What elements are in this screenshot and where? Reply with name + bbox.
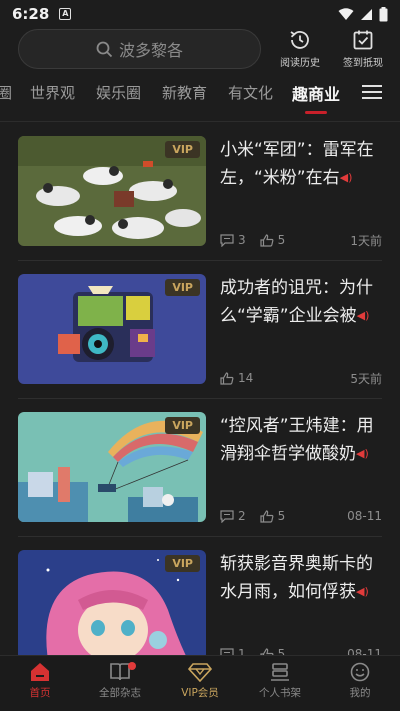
like-count[interactable]: 5 [260, 647, 285, 655]
status-bar: 6:28 A [0, 0, 400, 28]
vip-badge: VIP [165, 555, 200, 572]
nav-vip-label: VIP会员 [181, 687, 219, 699]
wifi-icon [338, 7, 354, 20]
nav-all-magazines[interactable]: 全部杂志 [80, 662, 160, 700]
article-title: 小米“军团”：雷军在左，“米粉”在右◀) [220, 136, 382, 192]
article-divider [18, 260, 382, 261]
article-title: 成功者的诅咒：为什么“学霸”企业会被◀) [220, 274, 382, 330]
like-count[interactable]: 14 [220, 371, 253, 385]
article-meta: 14 5天前 [220, 370, 382, 386]
comment-icon [220, 647, 234, 655]
nav-bookshelf-label: 个人书架 [259, 687, 301, 699]
checkin-button[interactable]: 签到抵现 [335, 28, 391, 72]
tab-business[interactable]: 趣商业 [292, 81, 340, 105]
category-tabs: 圈 世界观 娱乐圈 新教育 有文化 趣商业 [0, 76, 400, 116]
calendar-check-icon [353, 30, 373, 50]
bookshelf-icon [271, 663, 289, 681]
bottom-nav: 首页 全部杂志 VIP会员 个人书架 我的 [0, 655, 400, 711]
cell-signal-icon [361, 8, 372, 20]
nav-home[interactable]: 首页 [0, 662, 80, 700]
article-title: “控风者”王炜建：用滑翔伞哲学做酸奶◀) [220, 412, 382, 468]
article-card[interactable]: VIP 斩获影音界奥斯卡的水月雨，如何俘获◀) 1 5 08-11 [18, 550, 382, 655]
header: 波多黎各 阅读历史 签到抵现 [0, 28, 400, 76]
tab-worldview[interactable]: 世界观 [30, 82, 75, 103]
article-meta: 3 5 1天前 [220, 232, 382, 248]
tab-education[interactable]: 新教育 [162, 82, 207, 103]
search-placeholder: 波多黎各 [118, 41, 183, 60]
status-time: 6:28 [12, 5, 50, 23]
vip-badge: VIP [165, 141, 200, 158]
comment-count[interactable]: 2 [220, 509, 246, 523]
active-tab-indicator [305, 111, 327, 114]
like-count[interactable]: 5 [260, 233, 285, 247]
nav-profile-label: 我的 [349, 687, 371, 699]
audio-speaker-icon: ◀) [339, 171, 353, 184]
article-thumbnail: VIP [18, 274, 206, 384]
home-icon [31, 663, 49, 681]
article-card[interactable]: VIP “控风者”王炜建：用滑翔伞哲学做酸奶◀) 2 5 08-11 [18, 412, 382, 542]
article-time: 08-11 [347, 509, 382, 523]
article-card[interactable]: VIP 成功者的诅咒：为什么“学霸”企业会被◀) 14 5天前 [18, 274, 382, 404]
thumbs-up-icon [260, 647, 274, 655]
vip-badge: VIP [165, 279, 200, 296]
article-divider [18, 398, 382, 399]
comment-count[interactable]: 1 [220, 647, 246, 655]
menu-icon[interactable] [360, 82, 384, 104]
thumbs-up-icon [260, 509, 274, 523]
article-thumbnail: VIP [18, 412, 206, 522]
smiley-profile-icon [350, 662, 370, 682]
checkin-label: 签到抵现 [343, 58, 383, 69]
search-icon [96, 41, 113, 57]
article-meta: 1 5 08-11 [220, 646, 382, 655]
nav-profile[interactable]: 我的 [320, 662, 400, 700]
article-thumbnail: VIP [18, 550, 206, 655]
reading-history-label: 阅读历史 [280, 58, 320, 69]
nav-bookshelf[interactable]: 个人书架 [240, 662, 320, 700]
vip-badge: VIP [165, 417, 200, 434]
comment-count[interactable]: 3 [220, 233, 246, 247]
nav-all-magazines-label: 全部杂志 [99, 687, 141, 699]
search-input[interactable]: 波多黎各 [18, 29, 261, 69]
like-count[interactable]: 5 [260, 509, 285, 523]
article-time: 5天前 [350, 371, 382, 386]
audio-speaker-icon: ◀) [356, 447, 369, 460]
diamond-icon [188, 663, 212, 682]
article-card[interactable]: VIP 小米“军团”：雷军在左，“米粉”在右◀) 3 5 1天前 [18, 136, 382, 266]
article-time: 08-11 [347, 647, 382, 655]
comment-icon [220, 509, 234, 523]
history-clock-icon [290, 31, 309, 49]
tab-culture[interactable]: 有文化 [228, 82, 273, 103]
audio-speaker-icon: ◀) [356, 309, 370, 322]
thumbs-up-icon [220, 371, 234, 385]
audio-speaker-icon: ◀) [356, 585, 369, 598]
battery-icon [379, 6, 388, 21]
tab-entertainment[interactable]: 娱乐圈 [96, 82, 141, 103]
article-meta: 2 5 08-11 [220, 508, 382, 524]
nav-home-label: 首页 [29, 687, 51, 699]
article-thumbnail: VIP [18, 136, 206, 246]
nav-vip[interactable]: VIP会员 [160, 662, 240, 700]
article-time: 1天前 [350, 233, 382, 248]
article-title: 斩获影音界奥斯卡的水月雨，如何俘获◀) [220, 550, 382, 606]
article-feed[interactable]: VIP 小米“军团”：雷军在左，“米粉”在右◀) 3 5 1天前 VIP 成功者… [0, 122, 400, 655]
article-divider [18, 536, 382, 537]
notification-dot [128, 662, 136, 670]
app-notification-icon: A [59, 8, 72, 20]
tab-partial[interactable]: 圈 [0, 82, 12, 103]
reading-history-button[interactable]: 阅读历史 [272, 28, 328, 72]
thumbs-up-icon [260, 233, 274, 247]
comment-icon [220, 233, 234, 247]
